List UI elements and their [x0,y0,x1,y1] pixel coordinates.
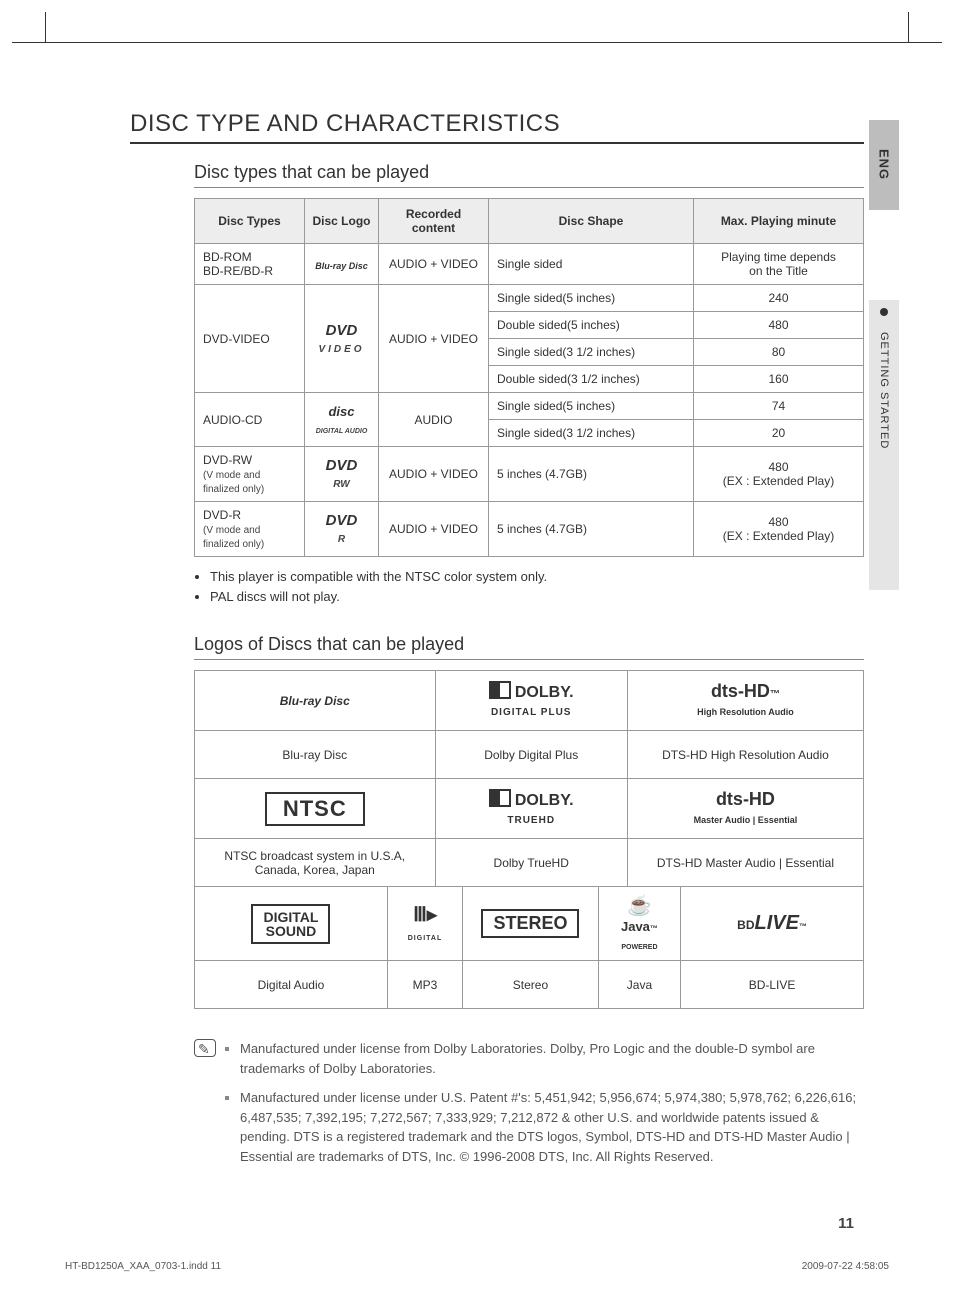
dts-hd-hra-logo-icon: dts-HD™ High Resolution Audio [627,671,863,731]
logo-label: MP3 [387,961,462,1009]
disc-table-wrapper: Disc Types Disc Logo Recorded content Di… [194,198,864,557]
cell-disc-type: AUDIO-CD [195,393,305,447]
dolby-digital-plus-logo-icon: DOLBY. DIGITAL PLUS [435,671,627,731]
cell-max: 20 [694,420,864,447]
logo-grid-wrapper: Blu-ray Disc DOLBY. DIGITAL PLUS dts-HD™… [194,670,864,1009]
logo-label: DTS-HD Master Audio | Essential [627,839,863,887]
dolby-truehd-logo-icon: DOLBY. TRUEHD [435,779,627,839]
compact-disc-logo-icon: discDIGITAL AUDIO [305,393,379,447]
crop-mark [891,12,909,42]
cell-shape: Double sided(3 1/2 inches) [489,366,694,393]
table-row: DVD-RW (V mode and finalized only) DVDRW… [195,447,864,502]
th-disc-logo: Disc Logo [305,199,379,244]
cell-max: 480 (EX : Extended Play) [694,447,864,502]
footnotes: Manufactured under license from Dolby La… [194,1039,864,1176]
cell-content: AUDIO + VIDEO [379,244,489,285]
logo-label: Stereo [463,961,599,1009]
side-tab-section: GETTING STARTED [869,300,899,590]
digital-sound-logo-icon: DIGITAL SOUND [195,887,388,961]
cell-shape: 5 inches (4.7GB) [489,447,694,502]
cell-disc-type: DVD-R (V mode and finalized only) [195,502,305,557]
page: ENG GETTING STARTED DISC TYPE AND CHARAC… [0,0,954,1312]
notes-bullets: This player is compatible with the NTSC … [210,567,864,606]
logo-label: NTSC broadcast system in U.S.A, Canada, … [195,839,436,887]
java-logo-icon: ☕ Java™ POWERED [598,887,680,961]
cell-content: AUDIO + VIDEO [379,447,489,502]
logo-label: Java [598,961,680,1009]
logo-label: BD-LIVE [681,961,864,1009]
dts-hd-ma-logo-icon: dts-HD Master Audio | Essential [627,779,863,839]
side-tab-section-label: GETTING STARTED [878,332,890,449]
cell-shape: 5 inches (4.7GB) [489,502,694,557]
cell-shape: Single sided(5 inches) [489,285,694,312]
page-number: 11 [838,1215,854,1232]
footnote-item: Manufactured under license under U.S. Pa… [240,1088,864,1166]
table-row: DVD-VIDEO DVDVIDEO AUDIO + VIDEO Single … [195,285,864,312]
logo-label: Dolby TrueHD [435,839,627,887]
cell-max: Playing time depends on the Title [694,244,864,285]
bullet-item: PAL discs will not play. [210,587,864,607]
footer-filename: HT-BD1250A_XAA_0703-1.indd 11 [65,1261,221,1272]
crop-mark [12,42,942,43]
cell-max: 74 [694,393,864,420]
sub-title-1: Disc types that can be played [194,162,864,188]
stereo-logo-icon: STEREO [463,887,599,961]
table-row: Blu-ray Disc Dolby Digital Plus DTS-HD H… [195,731,864,779]
cell-content: AUDIO + VIDEO [379,502,489,557]
logo-label: Blu-ray Disc [195,731,436,779]
cell-content: AUDIO + VIDEO [379,285,489,393]
table-row: AUDIO-CD discDIGITAL AUDIO AUDIO Single … [195,393,864,420]
cell-max: 480 (EX : Extended Play) [694,502,864,557]
cell-shape: Single sided(3 1/2 inches) [489,339,694,366]
dvd-rw-logo-icon: DVDRW [305,447,379,502]
th-disc-types: Disc Types [195,199,305,244]
logo-label: Digital Audio [195,961,388,1009]
th-recorded-content: Recorded content [379,199,489,244]
table-row: Blu-ray Disc DOLBY. DIGITAL PLUS dts-HD™… [195,671,864,731]
cell-shape: Single sided [489,244,694,285]
table-row: NTSC broadcast system in U.S.A, Canada, … [195,839,864,887]
cell-max: 80 [694,339,864,366]
cell-shape: Double sided(5 inches) [489,312,694,339]
cell-disc-type: DVD-RW (V mode and finalized only) [195,447,305,502]
logo-label: DTS-HD High Resolution Audio [627,731,863,779]
sub-title-2: Logos of Discs that can be played [194,634,864,660]
table-row: NTSC DOLBY. TRUEHD dts-HD Master Audio |… [195,779,864,839]
footer-timestamp: 2009-07-22 4:58:05 [802,1261,889,1272]
bullet-item: This player is compatible with the NTSC … [210,567,864,587]
footnote-list: Manufactured under license from Dolby La… [240,1039,864,1176]
cell-shape: Single sided(5 inches) [489,393,694,420]
bluray-logo-icon: Blu-ray Disc [305,244,379,285]
table-header-row: Disc Types Disc Logo Recorded content Di… [195,199,864,244]
cell-disc-type: DVD-VIDEO [195,285,305,393]
crop-mark [45,12,63,42]
cell-content: AUDIO [379,393,489,447]
th-max-playing: Max. Playing minute [694,199,864,244]
bd-live-logo-icon: BDLIVE™ [681,887,864,961]
table-row: DIGITAL SOUND Ⅲ▸ DIGITAL STEREO ☕ Java™ … [195,887,864,961]
bullet-icon [880,308,888,316]
footnote-item: Manufactured under license from Dolby La… [240,1039,864,1078]
bluray-logo-icon: Blu-ray Disc [195,671,436,731]
cell-disc-type: BD-ROM BD-RE/BD-R [195,244,305,285]
logos-table: Blu-ray Disc DOLBY. DIGITAL PLUS dts-HD™… [194,670,864,1009]
note-icon [194,1039,222,1176]
cell-max: 160 [694,366,864,393]
side-tab-language: ENG [869,120,899,210]
dvd-video-logo-icon: DVDVIDEO [305,285,379,393]
cell-max: 480 [694,312,864,339]
table-row: BD-ROM BD-RE/BD-R Blu-ray Disc AUDIO + V… [195,244,864,285]
logo-label: Dolby Digital Plus [435,731,627,779]
ntsc-logo-icon: NTSC [195,779,436,839]
cell-shape: Single sided(3 1/2 inches) [489,420,694,447]
cell-max: 240 [694,285,864,312]
side-tab-language-label: ENG [877,149,892,180]
th-disc-shape: Disc Shape [489,199,694,244]
mp3-logo-icon: Ⅲ▸ DIGITAL [387,887,462,961]
disc-types-table: Disc Types Disc Logo Recorded content Di… [194,198,864,557]
section-title: DISC TYPE AND CHARACTERISTICS [130,110,864,144]
table-row: Digital Audio MP3 Stereo Java BD-LIVE [195,961,864,1009]
table-row: DVD-R (V mode and finalized only) DVDR A… [195,502,864,557]
dvd-r-logo-icon: DVDR [305,502,379,557]
